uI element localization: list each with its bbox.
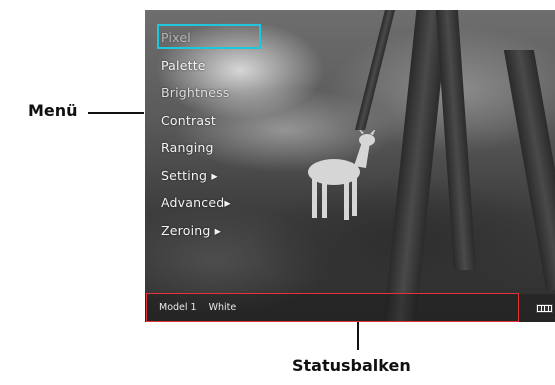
menu-item-zeroing[interactable]: Zeroing ▸ [161,217,261,245]
tree-trunk [355,10,395,130]
menu-item-ranging[interactable]: Ranging [161,134,261,162]
menu-callout-label: Menü [28,101,78,120]
menu-callout-line [88,112,144,114]
menu-item-contrast[interactable]: Contrast [161,107,261,135]
status-callout-line [357,322,359,350]
menu-item-palette[interactable]: Palette [161,52,261,80]
menu-item-setting[interactable]: Setting ▸ [161,162,261,190]
battery-icon [536,304,553,313]
menu-item-advanced[interactable]: Advanced▸ [161,189,261,217]
status-bar-highlight-frame [146,293,519,322]
thermal-viewfinder: Pixel Palette Brightness Contrast Rangin… [145,10,555,322]
status-callout-label: Statusbalken [292,356,411,375]
menu-item-brightness[interactable]: Brightness [161,79,261,107]
tree-trunk [435,10,477,270]
menu-selection-highlight [157,24,261,49]
deer-figure [308,130,376,220]
tree-trunk [503,50,555,290]
osd-menu: Pixel Palette Brightness Contrast Rangin… [161,24,261,244]
